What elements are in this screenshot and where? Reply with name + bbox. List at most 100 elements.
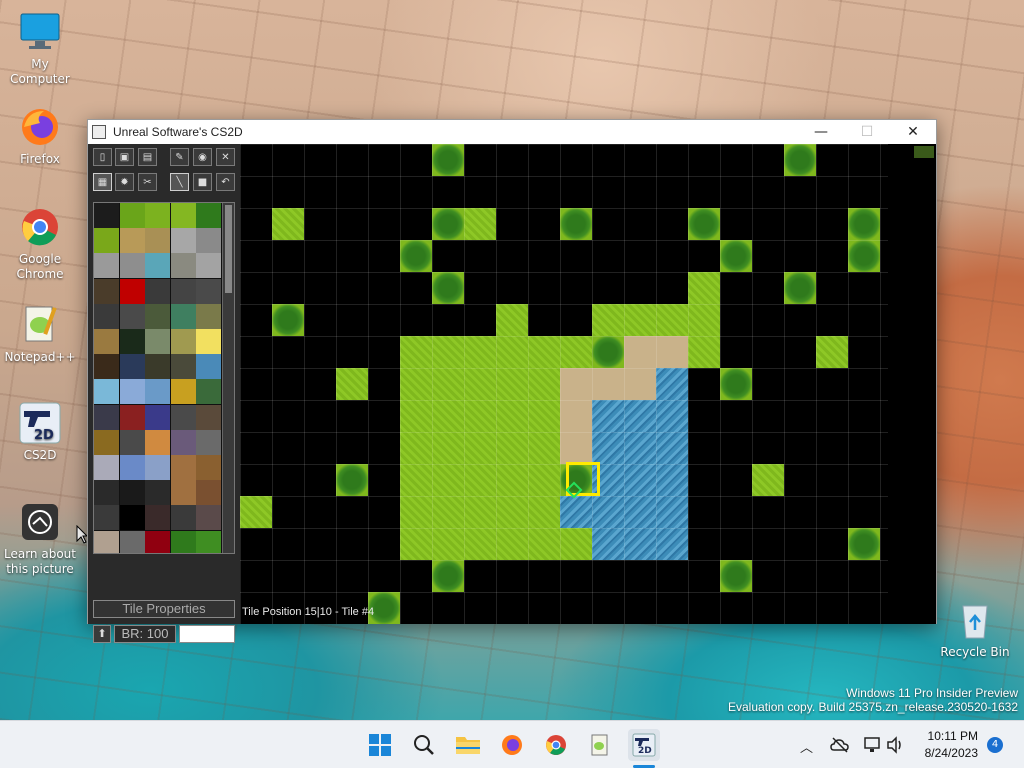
palette-tile[interactable] [119, 354, 145, 380]
square-icon[interactable]: ■ [193, 173, 212, 191]
palette-tile[interactable] [94, 505, 119, 531]
palette-tile[interactable] [145, 253, 171, 279]
palette-tile[interactable] [170, 455, 196, 480]
palette-tile[interactable] [170, 505, 196, 531]
palette-tile[interactable] [145, 228, 171, 254]
palette-tile[interactable] [196, 429, 222, 455]
window-titlebar[interactable]: Unreal Software's CS2D — ☐ ✕ [88, 120, 936, 144]
notification-badge[interactable]: 4 [987, 737, 1003, 753]
chrome-icon[interactable] [540, 729, 572, 761]
palette-tile[interactable] [94, 253, 119, 279]
desktop-icon-firefox[interactable]: Firefox [0, 105, 80, 167]
clock-date[interactable]: 8/24/2023 [912, 746, 978, 760]
minimize-button[interactable]: — [798, 120, 844, 144]
palette-tile[interactable] [119, 530, 145, 553]
tiles-icon[interactable]: ▦ [93, 173, 112, 191]
start-icon[interactable] [364, 729, 396, 761]
palette-tile[interactable] [170, 303, 196, 329]
palette-tile[interactable] [145, 530, 171, 553]
palette-tile[interactable] [170, 530, 196, 553]
palette-tile[interactable] [94, 278, 119, 304]
cloud-icon[interactable] [830, 736, 850, 754]
view-icon[interactable]: ◉ [193, 148, 212, 166]
palette-tile[interactable] [94, 455, 119, 480]
palette-tile[interactable] [196, 253, 222, 279]
palette-tile[interactable] [196, 278, 222, 304]
palette-tile[interactable] [170, 354, 196, 380]
map-canvas[interactable]: Tile Position 15|10 - Tile #4 [240, 144, 936, 624]
palette-tile[interactable] [196, 203, 222, 228]
brush-tool-icon[interactable]: ✂ [138, 173, 157, 191]
palette-tile[interactable] [145, 455, 171, 480]
palette-tile[interactable] [119, 303, 145, 329]
palette-tile[interactable] [119, 203, 145, 228]
palette-tile[interactable] [94, 354, 119, 380]
exit-icon[interactable]: ✕ [216, 148, 235, 166]
palette-tile[interactable] [145, 429, 171, 455]
clock-time[interactable]: 10:11 PM [912, 729, 978, 743]
desktop-icon-learn-picture[interactable]: Learn about this picture [0, 500, 80, 577]
palette-tile[interactable] [94, 404, 119, 430]
color-swatch[interactable] [179, 625, 235, 643]
palette-tile[interactable] [196, 228, 222, 254]
close-button[interactable]: ✕ [890, 120, 936, 144]
palette-tile[interactable] [170, 228, 196, 254]
palette-tile[interactable] [170, 480, 196, 506]
palette-tile[interactable] [145, 354, 171, 380]
search-icon[interactable] [408, 729, 440, 761]
save-icon[interactable]: ▣ [115, 148, 134, 166]
palette-tile[interactable] [119, 505, 145, 531]
desktop-icon-my-computer[interactable]: My Computer [0, 10, 80, 87]
file-explorer-icon[interactable] [452, 729, 484, 761]
network-icon[interactable] [864, 736, 882, 754]
volume-icon[interactable] [886, 736, 904, 754]
palette-tile[interactable] [196, 379, 222, 405]
palette-scrollbar-thumb[interactable] [225, 205, 232, 293]
palette-tile[interactable] [170, 253, 196, 279]
palette-tile[interactable] [196, 505, 222, 531]
desktop-icon-chrome[interactable]: Google Chrome [0, 205, 80, 282]
palette-tile[interactable] [94, 530, 119, 553]
palette-tile[interactable] [145, 379, 171, 405]
palette-tile[interactable] [170, 203, 196, 228]
palette-tile[interactable] [196, 404, 222, 430]
palette-tile[interactable] [196, 303, 222, 329]
palette-tile[interactable] [196, 530, 222, 553]
palette-tile[interactable] [94, 329, 119, 354]
notepadpp-icon[interactable] [584, 729, 616, 761]
maximize-button[interactable]: ☐ [844, 120, 890, 144]
palette-tile[interactable] [119, 379, 145, 405]
palette-tile[interactable] [170, 404, 196, 430]
palette-tile[interactable] [196, 354, 222, 380]
palette-tile[interactable] [145, 303, 171, 329]
tile-properties-button[interactable]: Tile Properties [93, 600, 235, 618]
palette-tile[interactable] [94, 228, 119, 254]
palette-tile[interactable] [170, 379, 196, 405]
pencil-icon[interactable]: ╲ [170, 173, 189, 191]
palette-tile[interactable] [145, 404, 171, 430]
palette-scrollbar[interactable] [222, 203, 234, 553]
palette-tile[interactable] [196, 455, 222, 480]
palette-tile[interactable] [94, 429, 119, 455]
palette-tile[interactable] [170, 278, 196, 304]
palette-tile[interactable] [170, 329, 196, 354]
palette-tile[interactable] [119, 228, 145, 254]
palette-tile[interactable] [196, 329, 222, 354]
brightness-field[interactable]: BR: 100 [114, 625, 176, 643]
undo-icon[interactable]: ↶ [216, 173, 235, 191]
palette-tile[interactable] [94, 203, 119, 228]
tile-palette[interactable] [93, 202, 235, 554]
palette-tile[interactable] [119, 253, 145, 279]
file-new-icon[interactable]: ▯ [93, 148, 112, 166]
palette-tile[interactable] [145, 329, 171, 354]
palette-tile[interactable] [196, 480, 222, 506]
palette-tile[interactable] [119, 329, 145, 354]
desktop-icon-cs2d[interactable]: 2D CS2D [0, 401, 80, 463]
desktop-icon-recycle-bin[interactable]: Recycle Bin [935, 598, 1015, 660]
palette-tile[interactable] [119, 404, 145, 430]
palette-tile[interactable] [119, 455, 145, 480]
chevron-up-icon[interactable]: ︿ [800, 737, 813, 756]
palette-tile[interactable] [145, 505, 171, 531]
cs2d-icon[interactable]: 2D [628, 729, 660, 761]
palette-tile[interactable] [94, 379, 119, 405]
